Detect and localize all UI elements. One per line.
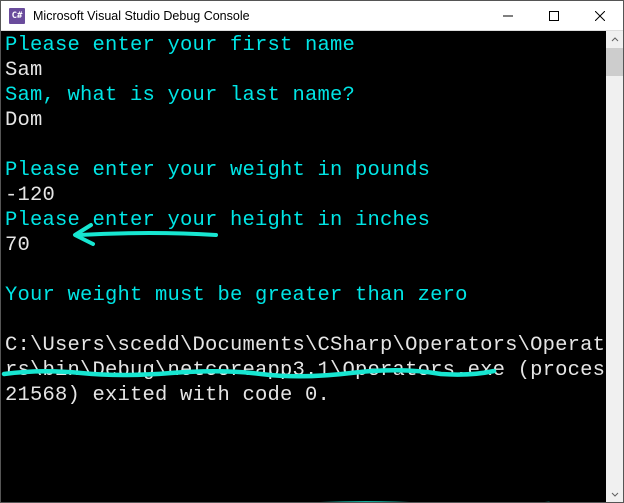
console-output: Please enter your first name Sam Sam, wh…	[1, 31, 623, 410]
maximize-button[interactable]	[531, 1, 577, 30]
console-line: Your weight must be greater than zero	[5, 284, 468, 307]
scroll-up-button[interactable]	[606, 31, 623, 48]
maximize-icon	[549, 11, 559, 21]
close-button[interactable]	[577, 1, 623, 30]
titlebar[interactable]: C# Microsoft Visual Studio Debug Console	[1, 1, 623, 31]
console-line: Sam	[5, 59, 43, 82]
console-line: C:\Users\scedd\Documents\CSharp\Operator…	[5, 334, 623, 407]
chevron-up-icon	[611, 36, 619, 44]
app-window: C# Microsoft Visual Studio Debug Console…	[0, 0, 624, 503]
minimize-button[interactable]	[485, 1, 531, 30]
annotation-underline-2	[297, 498, 557, 502]
console-line: -120	[5, 184, 55, 207]
console-line: 70	[5, 234, 30, 257]
console-body[interactable]: Please enter your first name Sam Sam, wh…	[1, 31, 623, 502]
console-line: Please enter your first name	[5, 34, 355, 57]
window-title: Microsoft Visual Studio Debug Console	[33, 9, 485, 23]
close-icon	[595, 11, 605, 21]
scroll-thumb[interactable]	[606, 48, 623, 76]
console-line: Dom	[5, 109, 43, 132]
console-line: Please enter your height in inches	[5, 209, 430, 232]
app-icon: C#	[9, 8, 25, 24]
scroll-track[interactable]	[606, 48, 623, 485]
window-controls	[485, 1, 623, 30]
vertical-scrollbar[interactable]	[606, 31, 623, 502]
console-line: Please enter your weight in pounds	[5, 159, 430, 182]
minimize-icon	[503, 11, 513, 21]
scroll-down-button[interactable]	[606, 485, 623, 502]
chevron-down-icon	[611, 490, 619, 498]
console-line: Sam, what is your last name?	[5, 84, 355, 107]
